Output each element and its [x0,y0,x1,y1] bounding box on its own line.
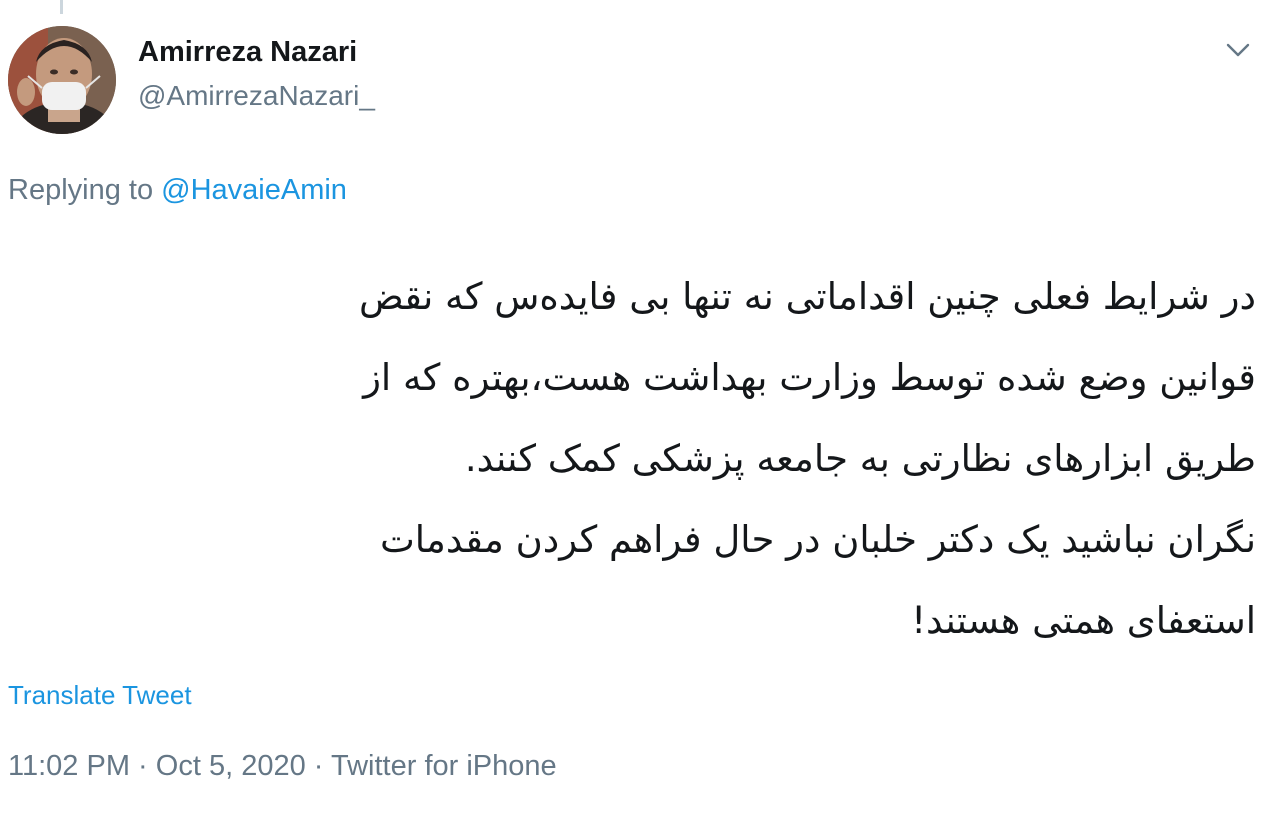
reply-mention-link[interactable]: @HavaieAmin [161,174,347,206]
replying-to-label: Replying to [8,174,154,206]
avatar[interactable] [8,26,116,134]
tweet-menu-button[interactable] [1220,36,1256,66]
replying-to: Replying to @HavaieAmin [8,174,347,207]
tweet-date[interactable]: Oct 5, 2020 [156,750,306,782]
translate-tweet-link[interactable]: Translate Tweet [8,680,192,711]
tweet-text: در شرایط فعلی چنین اقداماتی نه تنها بی ف… [40,256,1256,661]
tweet-text-line: استعفای همتی هستند! [911,599,1256,642]
meta-separator: · [138,750,148,782]
author-handle[interactable]: @AmirrezaNazari_ [138,80,375,112]
tweet-text-line: در شرایط فعلی چنین اقداماتی نه تنها بی ف… [358,275,1256,318]
tweet-text-line: طریق ابزارهای نظارتی به جامعه پزشکی کمک … [464,437,1256,480]
thread-connector-line [60,0,63,14]
tweet-time[interactable]: 11:02 PM [8,750,130,782]
tweet-metadata: 11:02 PM · Oct 5, 2020 · Twitter for iPh… [8,750,557,783]
avatar-photo [8,26,116,134]
meta-separator: · [313,750,324,782]
tweet-source: Twitter for iPhone [331,750,557,782]
chevron-down-icon [1226,43,1250,57]
author-name[interactable]: Amirreza Nazari [138,36,357,69]
tweet-text-line: نگران نباشید یک دکتر خلبان در حال فراهم … [379,518,1256,561]
tweet-text-line: قوانین وضع شده توسط وزارت بهداشت هست،بهت… [363,356,1256,399]
